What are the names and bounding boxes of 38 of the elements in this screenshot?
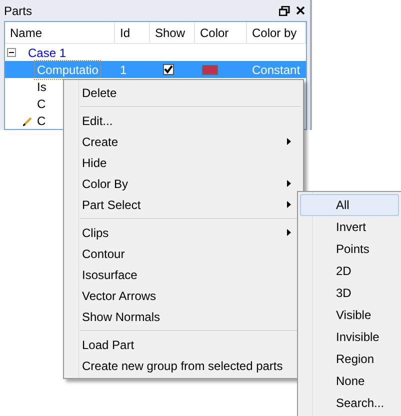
submenu-arrow-icon	[287, 229, 291, 236]
tree-item[interactable]: Is	[35, 78, 48, 96]
submenu-item[interactable]: 2D	[300, 260, 399, 282]
menu-item[interactable]: Create	[64, 131, 303, 152]
column-header[interactable]: Id	[120, 24, 130, 42]
column-header[interactable]: Show	[155, 24, 186, 42]
tree-item[interactable]: Case 1	[28, 44, 66, 62]
submenu-item[interactable]: Invisible	[300, 326, 399, 348]
menu-item[interactable]: Edit...	[64, 110, 303, 131]
tree-item[interactable]: C	[35, 94, 48, 112]
submenu-item[interactable]: 3D	[300, 282, 399, 304]
tree-item[interactable]: C	[35, 112, 48, 130]
submenu-item[interactable]: None	[300, 370, 399, 392]
submenu-arrow-icon	[287, 180, 291, 187]
submenu-item[interactable]: All	[300, 194, 399, 216]
color-by-cell: Constant	[252, 62, 300, 76]
menu-item[interactable]: Hide	[64, 152, 303, 173]
menu-item[interactable]: Clips	[64, 222, 303, 243]
submenu-item[interactable]: Visible	[300, 304, 399, 326]
submenu-item[interactable]: Search...	[300, 392, 399, 414]
submenu-item[interactable]: Region	[300, 348, 399, 370]
close-icon[interactable]	[296, 6, 305, 15]
submenu-arrow-icon	[287, 138, 291, 145]
panel-title: Parts	[4, 2, 32, 20]
column-header[interactable]: Color	[200, 24, 229, 42]
column-header[interactable]: Color by	[252, 24, 297, 42]
menu-item[interactable]: Delete	[64, 82, 303, 103]
submenu-item[interactable]: Invert	[300, 216, 399, 238]
submenu-arrow-icon	[287, 201, 291, 208]
restore-icon[interactable]	[279, 6, 290, 16]
column-header[interactable]: Name	[10, 24, 42, 42]
expander-icon[interactable]	[7, 48, 16, 57]
color-swatch[interactable]	[202, 64, 218, 74]
submenu-item[interactable]: Points	[300, 238, 399, 260]
menu-item[interactable]: Color By	[64, 173, 303, 194]
menu-item[interactable]: Part Select	[64, 194, 303, 215]
id-cell: 1	[120, 62, 127, 76]
show-checkbox[interactable]	[163, 64, 174, 75]
